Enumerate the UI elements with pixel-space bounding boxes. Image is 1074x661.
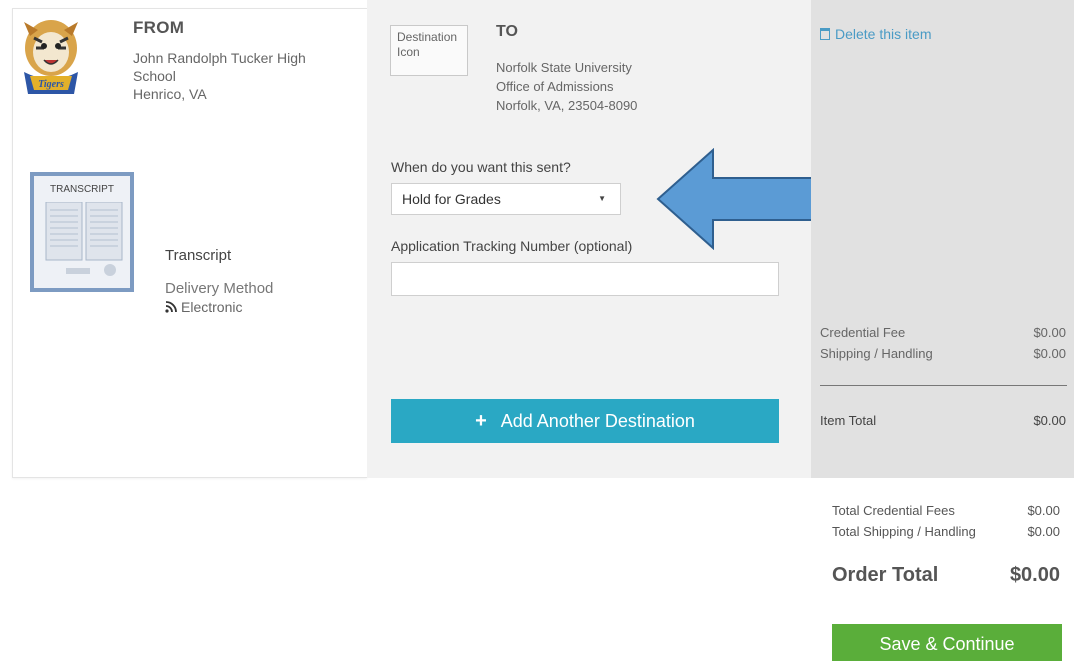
thumbnail-title: TRANSCRIPT: [50, 184, 114, 195]
item-fees-panel: [811, 0, 1074, 478]
delivery-method-label: Delivery Method: [165, 280, 274, 297]
from-school-name-line2: School: [133, 68, 176, 84]
delete-item-link[interactable]: Delete this item: [820, 26, 931, 42]
from-school-name-line1: John Randolph Tucker High: [133, 50, 306, 66]
shipping-handling-label: Shipping / Handling: [820, 346, 933, 361]
send-timing-select[interactable]: Hold for Grades ▼: [391, 183, 621, 215]
document-pages-icon: [45, 202, 123, 276]
total-credential-fees-label: Total Credential Fees: [832, 503, 955, 518]
add-another-destination-button[interactable]: + Add Another Destination: [391, 399, 779, 443]
tracking-number-input[interactable]: [391, 262, 779, 296]
destination-icon-broken-image: Destination Icon: [390, 25, 468, 76]
destination-icon-alt-text: Destination Icon: [397, 30, 458, 59]
dropdown-caret-icon: ▼: [598, 194, 606, 203]
order-total-value: $0.00: [1009, 564, 1060, 586]
total-shipping-value: $0.00: [1027, 524, 1060, 539]
from-heading: FROM: [133, 18, 185, 37]
total-credential-fees-value: $0.00: [1027, 503, 1060, 518]
tracking-number-label: Application Tracking Number (optional): [391, 238, 633, 254]
credential-title: Transcript: [165, 247, 232, 264]
shipping-handling-value: $0.00: [1033, 346, 1066, 361]
transcript-thumbnail: TRANSCRIPT: [30, 172, 134, 292]
delete-item-label: Delete this item: [835, 26, 932, 42]
add-destination-label: Add Another Destination: [500, 410, 695, 431]
svg-text:Tigers: Tigers: [38, 79, 64, 90]
credential-fee-label: Credential Fee: [820, 325, 906, 340]
tiger-mascot-logo: Tigers: [24, 20, 78, 94]
order-total-label: Order Total: [832, 564, 939, 586]
to-office: Office of Admissions: [496, 79, 614, 94]
total-shipping-label: Total Shipping / Handling: [832, 524, 976, 539]
credential-fee-value: $0.00: [1033, 325, 1066, 340]
rss-electronic-icon: [165, 301, 177, 313]
item-total-value: $0.00: [1033, 413, 1066, 428]
delivery-method-text: Electronic: [181, 299, 243, 315]
from-location: Henrico, VA: [133, 86, 207, 102]
delivery-method-value: Electronic: [165, 299, 242, 315]
send-timing-label: When do you want this sent?: [391, 159, 571, 175]
save-continue-button[interactable]: Save & Continue: [832, 624, 1062, 661]
to-address: Norfolk, VA, 23504-8090: [496, 98, 638, 113]
send-timing-selected-value: Hold for Grades: [402, 191, 501, 207]
trash-icon: [820, 28, 830, 40]
to-heading: TO: [496, 23, 518, 40]
save-continue-label: Save & Continue: [879, 633, 1015, 654]
item-total-label: Item Total: [820, 413, 877, 428]
to-institution: Norfolk State University: [496, 60, 632, 75]
plus-icon: +: [475, 409, 487, 432]
fee-divider: [820, 385, 1067, 386]
